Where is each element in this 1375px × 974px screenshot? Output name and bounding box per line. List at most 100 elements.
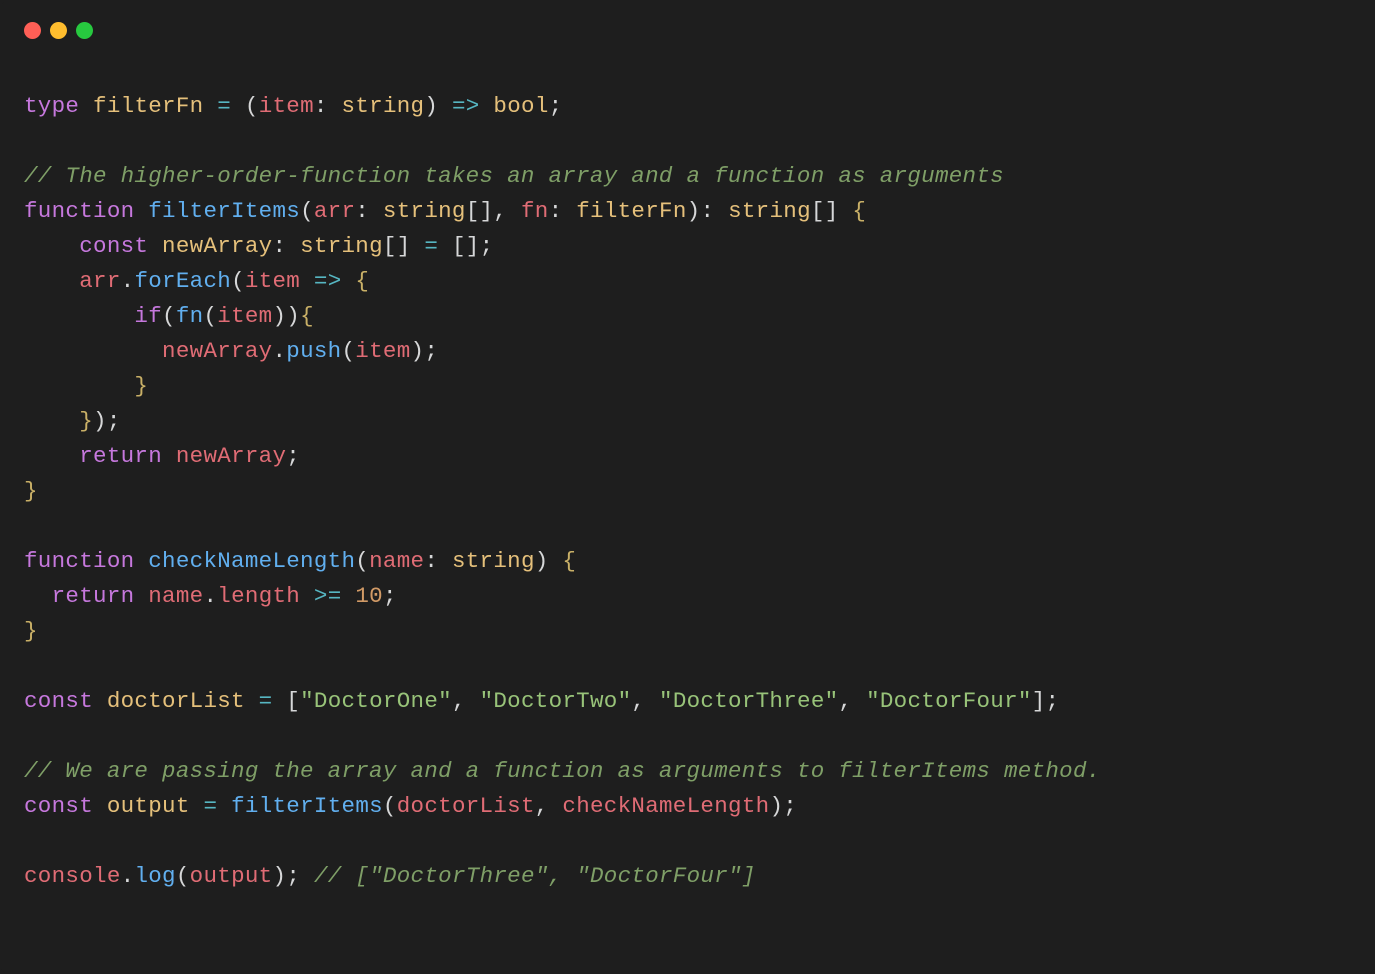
code-token: output [107,793,190,819]
code-token: "DoctorOne" [300,688,452,714]
code-token [300,863,314,889]
code-token [24,338,162,364]
code-token [300,583,314,609]
code-token [190,793,204,819]
code-token: if [134,303,162,329]
code-token: ) [769,793,783,819]
code-token: ( [231,268,245,294]
code-line: const doctorList = ["DoctorOne", "Doctor… [24,684,1351,719]
code-token: ; [480,233,494,259]
code-token [300,268,314,294]
code-token [24,408,79,434]
code-token [369,198,383,224]
code-token [24,303,134,329]
code-token: name [369,548,424,574]
code-token [438,548,452,574]
code-token [852,688,866,714]
code-token [134,198,148,224]
code-token: . [272,338,286,364]
code-token: = [259,688,273,714]
code-token: [ [286,688,300,714]
close-icon[interactable] [24,22,41,39]
code-token: [] [452,233,480,259]
code-token: } [24,478,38,504]
code-token: { [355,268,369,294]
code-token: ) [411,338,425,364]
code-token: ) [273,863,287,889]
code-line [24,824,1351,859]
code-token: , [493,198,507,224]
code-token: string [300,233,383,259]
code-token [466,688,480,714]
code-token: checkNameLength [148,548,355,574]
code-line: const output = filterItems(doctorList, c… [24,789,1351,824]
code-token: bool [493,93,548,119]
code-token: string [383,198,466,224]
code-line [24,719,1351,754]
code-line: type filterFn = (item: string) => bool; [24,89,1351,124]
code-token [24,233,79,259]
code-line: console.log(output); // ["DoctorThree", … [24,859,1351,894]
code-token: ; [286,863,300,889]
code-line: arr.forEach(item => { [24,264,1351,299]
code-token: filterItems [231,793,383,819]
code-token: ( [355,548,369,574]
code-line: function checkNameLength(name: string) { [24,544,1351,579]
code-line: }); [24,404,1351,439]
code-token [203,93,217,119]
code-token: ; [549,93,563,119]
code-line: } [24,369,1351,404]
code-token: : [549,198,563,224]
code-token: >= [314,583,342,609]
code-token: // ["DoctorThree", "DoctorFour"] [314,863,756,889]
code-token: "DoctorTwo" [480,688,632,714]
code-token [134,583,148,609]
code-token: newArray [176,443,286,469]
window-titlebar [0,0,1375,39]
code-token: ( [300,198,314,224]
code-token [24,443,79,469]
code-token [93,688,107,714]
code-token [342,583,356,609]
code-token: ; [107,408,121,434]
code-token: output [190,863,273,889]
code-line: newArray.push(item); [24,334,1351,369]
code-token [79,93,93,119]
code-token: . [203,583,217,609]
code-token [438,93,452,119]
code-line: const newArray: string[] = []; [24,229,1351,264]
code-token: item [217,303,272,329]
code-token: = [217,93,231,119]
code-token: : [355,198,369,224]
code-token: filterItems [148,198,300,224]
code-token [148,233,162,259]
code-token: filterFn [576,198,686,224]
code-token [562,198,576,224]
code-token: "DoctorThree" [659,688,838,714]
minimize-icon[interactable] [50,22,67,39]
code-token: ; [1046,688,1060,714]
code-editor[interactable]: type filterFn = (item: string) => bool; … [0,39,1375,918]
code-token: fn [521,198,549,224]
code-token: fn [176,303,204,329]
code-token: ) [272,303,286,329]
zoom-icon[interactable] [76,22,93,39]
code-token: = [203,793,217,819]
code-token [480,93,494,119]
code-token [411,233,425,259]
code-line [24,509,1351,544]
code-line: if(fn(item)){ [24,299,1351,334]
code-token: : [700,198,714,224]
code-token: // The higher-order-function takes an ar… [24,163,1004,189]
code-line: return name.length >= 10; [24,579,1351,614]
code-token: item [245,268,300,294]
code-token [286,233,300,259]
code-token [93,793,107,819]
code-token: , [535,793,549,819]
code-token: item [355,338,410,364]
code-token: ) [93,408,107,434]
code-token [217,793,231,819]
code-token: ] [1032,688,1046,714]
code-line: } [24,614,1351,649]
code-token: return [79,443,162,469]
